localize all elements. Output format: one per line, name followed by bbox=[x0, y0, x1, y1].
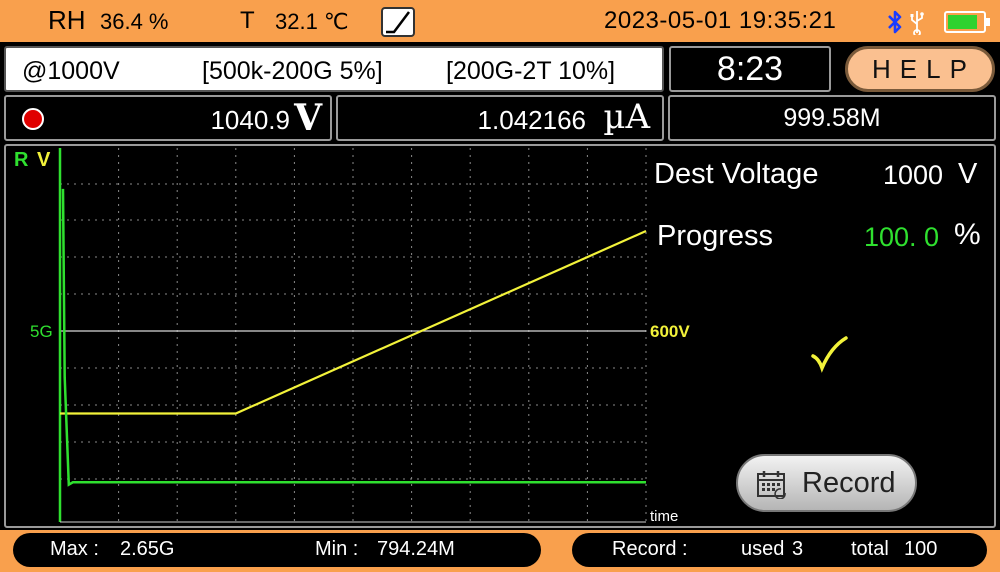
voltage-mark-label: 600V bbox=[650, 322, 690, 341]
dest-voltage-label: Dest Voltage bbox=[654, 158, 819, 190]
range-spec-1: [500k-200G 5%] bbox=[202, 57, 383, 85]
voltage-unit: V bbox=[294, 97, 322, 139]
voltage-value: 1040.9 bbox=[210, 105, 290, 135]
test-voltage-setting: @1000V bbox=[22, 57, 120, 85]
used-value: 3 bbox=[792, 538, 804, 560]
usb-icon bbox=[910, 11, 924, 35]
voltage-axis-label: V bbox=[37, 149, 51, 171]
range-spec-2: [200G-2T 10%] bbox=[446, 57, 616, 85]
record-summary: Record : used 3 total 100 bbox=[572, 533, 987, 567]
min-max-summary: Max : 2.65G Min : 794.24M bbox=[13, 533, 541, 567]
range-info: @1000V [500k-200G 5%] [200G-2T 10%] bbox=[4, 46, 664, 92]
humidity-label: RH bbox=[48, 5, 86, 35]
calendar-icon bbox=[757, 471, 786, 499]
resistance-axis-label: R bbox=[14, 149, 29, 171]
max-value: 2.65G bbox=[120, 538, 175, 560]
current-value: 1.042166 bbox=[477, 105, 586, 135]
temperature-value: 32.1 ℃ bbox=[275, 9, 349, 34]
humidity-value: 36.4 % bbox=[100, 9, 169, 34]
chart-panel: R V 5G 600V time Dest Voltage 1000 V Pro… bbox=[4, 144, 996, 528]
progress-value: 100. 0 bbox=[864, 222, 940, 252]
dest-voltage-value: 1000 bbox=[883, 160, 944, 190]
datetime: 2023-05-01 19:35:21 bbox=[604, 7, 837, 34]
elapsed-timer: 8:23 bbox=[669, 46, 831, 92]
battery-icon bbox=[944, 11, 990, 33]
ramp-mode-icon[interactable] bbox=[381, 7, 415, 37]
bottom-status-bar: Max : 2.65G Min : 794.24M Record : used … bbox=[0, 530, 1000, 572]
checkmark-icon bbox=[811, 336, 848, 373]
voltage-readout: 1040.9 V bbox=[4, 95, 332, 141]
record-count-label: Record : bbox=[612, 538, 688, 560]
resistance-mark-label: 5G bbox=[30, 322, 53, 341]
record-button-label: Record bbox=[802, 467, 896, 499]
test-status-indicator bbox=[22, 108, 44, 130]
current-unit: µA bbox=[603, 97, 650, 137]
total-label: total bbox=[851, 538, 889, 560]
bluetooth-icon bbox=[888, 10, 902, 34]
status-bar: RH 36.4 % T 32.1 ℃ 2023-05-01 19:35:21 bbox=[0, 0, 1000, 44]
min-value: 794.24M bbox=[377, 538, 455, 560]
dest-voltage-unit: V bbox=[958, 158, 978, 190]
battery-level-fill bbox=[948, 15, 977, 29]
help-button[interactable]: HELP bbox=[845, 46, 995, 92]
progress-unit: % bbox=[954, 218, 981, 251]
current-readout: 1.042166 µA bbox=[336, 95, 664, 141]
record-button[interactable]: Record bbox=[736, 454, 917, 512]
resistance-readout: 999.58M bbox=[668, 95, 996, 141]
time-axis-label: time bbox=[650, 508, 679, 525]
used-label: used bbox=[741, 538, 785, 560]
min-label: Min : bbox=[315, 538, 359, 560]
resistance-series-line bbox=[61, 188, 646, 487]
total-value: 100 bbox=[904, 538, 938, 560]
max-label: Max : bbox=[50, 538, 99, 560]
temperature-label: T bbox=[240, 7, 255, 34]
progress-label: Progress bbox=[657, 220, 774, 252]
